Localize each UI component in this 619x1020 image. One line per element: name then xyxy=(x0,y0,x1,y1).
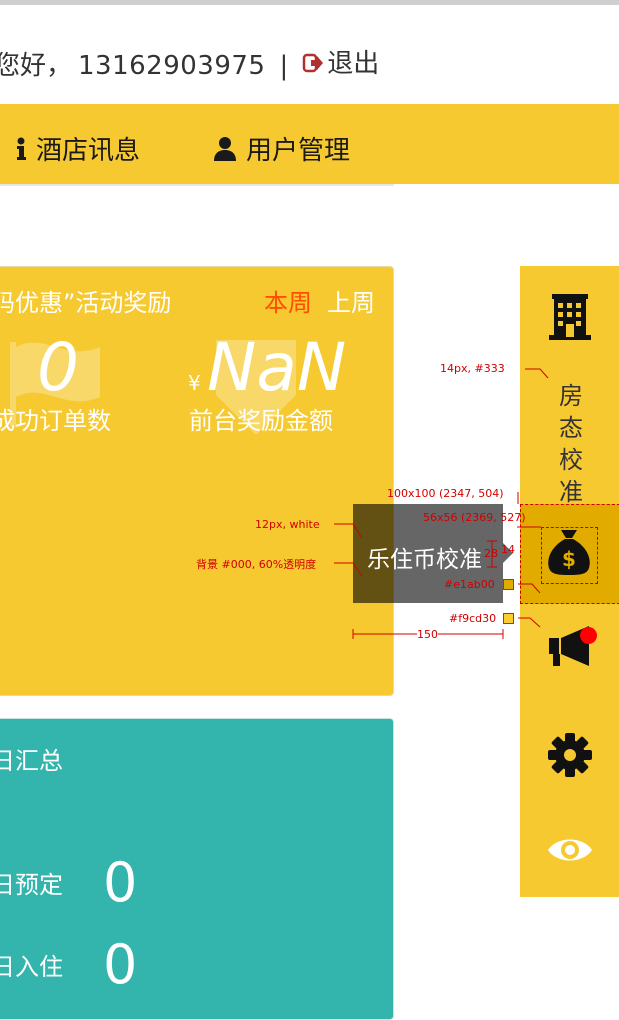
annotation-font-note: 14px, #333 xyxy=(440,362,505,375)
annotation-bg-note: 背景 #000, 60%透明度 xyxy=(196,558,317,571)
annotation-lines xyxy=(334,368,549,639)
annotation-size-note-2: 56x56 (2369, 527) xyxy=(423,511,526,524)
annotation-dim-14: 14 xyxy=(501,543,515,556)
annotation-color-base: #f9cd30 xyxy=(449,612,497,625)
annotation-dim-28: 28 xyxy=(484,547,498,560)
swatch-active xyxy=(503,579,514,590)
swatch-base xyxy=(503,613,514,624)
annotation-color-active: #e1ab00 xyxy=(444,578,495,591)
annotation-width: 150 xyxy=(417,628,438,641)
annotation-size-note-1: 100x100 (2347, 504) xyxy=(387,487,504,500)
annotation-text-note: 12px, white xyxy=(255,518,320,531)
